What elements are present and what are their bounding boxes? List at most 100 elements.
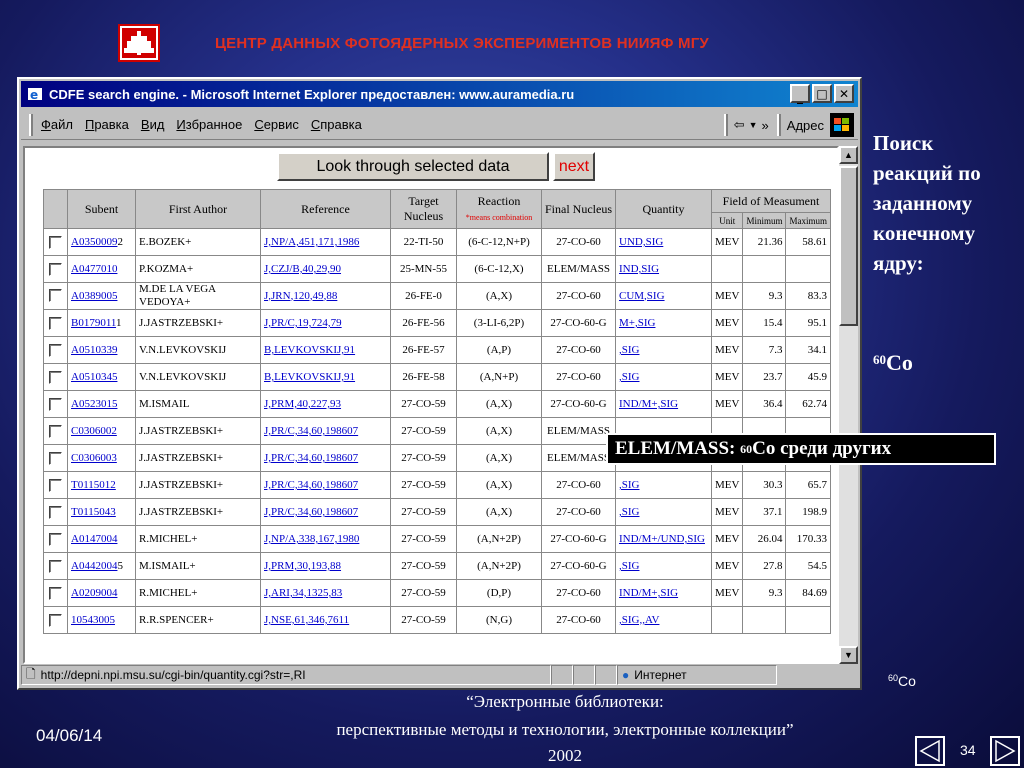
subent-link[interactable]: A0477010 — [71, 263, 117, 275]
maximum-cell: 34.1 — [785, 336, 831, 364]
back-arrow-icon[interactable]: ⇦ — [734, 117, 745, 133]
reference-link[interactable]: J,PR/C,34,60,198607 — [264, 479, 358, 491]
subent-link[interactable]: A0510345 — [71, 371, 117, 383]
footer-line-2: перспективные методы и технологии, элект… — [336, 720, 794, 739]
subent-link[interactable]: A0523015 — [71, 398, 117, 410]
reference-link[interactable]: J,CZJ/B,40,29,90 — [264, 263, 341, 275]
more-chevron[interactable]: » — [762, 118, 769, 133]
quantity-link[interactable]: UND,SIG — [619, 236, 663, 248]
scroll-thumb[interactable] — [839, 166, 858, 326]
row-checkbox[interactable] — [49, 343, 62, 357]
quantity-link[interactable]: IND/M+/UND,SIG — [619, 533, 705, 545]
row-checkbox[interactable] — [49, 370, 62, 384]
close-button[interactable]: ✕ — [834, 84, 854, 103]
table-row: A04420045 M.ISMAIL+ J,PRM,30,193,88 27-CO-5… — [43, 552, 831, 580]
scroll-up-button[interactable]: ▲ — [839, 146, 858, 164]
menu-tools[interactable]: Сервис — [254, 117, 299, 132]
quantity-link[interactable]: IND/M+,SIG — [619, 398, 678, 410]
unit-cell: MEV — [710, 525, 744, 553]
quantity-link[interactable]: ,SIG — [619, 479, 639, 491]
row-checkbox[interactable] — [49, 532, 62, 546]
final-nucleus-cell: 27-CO-60 — [541, 363, 616, 391]
subent-cell: B01790111 — [67, 309, 136, 337]
scroll-down-button[interactable]: ▼ — [839, 646, 858, 664]
row-checkbox[interactable] — [49, 505, 62, 519]
quantity-link[interactable]: M+,SIG — [619, 317, 655, 329]
menu-file[interactable]: Файл — [41, 117, 73, 132]
row-checkbox[interactable] — [49, 451, 62, 465]
subent-link[interactable]: 10543005 — [71, 614, 115, 626]
subent-link[interactable]: B0179011 — [71, 317, 116, 329]
reference-link[interactable]: J,NSE,61,346,7611 — [264, 614, 349, 626]
final-nucleus-cell: 27-CO-60-G — [541, 390, 616, 418]
row-checkbox[interactable] — [49, 613, 62, 627]
subent-link[interactable]: A0147004 — [71, 533, 117, 545]
quantity-cell: IND/M+,SIG — [615, 579, 712, 607]
row-checkbox[interactable] — [49, 235, 62, 249]
subent-link[interactable]: A0442004 — [71, 560, 117, 572]
quantity-link[interactable]: IND/M+,SIG — [619, 587, 678, 599]
vertical-scrollbar[interactable]: ▲ ▼ — [839, 146, 858, 664]
reference-link[interactable]: J,PRM,40,227,93 — [264, 398, 341, 410]
look-through-button[interactable]: Look through selected data — [277, 152, 549, 181]
row-checkbox[interactable] — [49, 424, 62, 438]
author-cell: R.MICHEL+ — [135, 579, 261, 607]
reference-link[interactable]: B,LEVKOVSKIJ,91 — [264, 344, 355, 356]
quantity-link[interactable]: ,SIG — [619, 371, 639, 383]
subent-cell: A0389005 — [67, 282, 136, 310]
final-nucleus-cell: 27-CO-60 — [541, 579, 616, 607]
minimize-button[interactable]: _ — [790, 84, 810, 103]
subent-link[interactable]: C0306002 — [71, 425, 117, 437]
reference-link[interactable]: J,NP/A,451,171,1986 — [264, 236, 359, 248]
dropdown-arrow-icon[interactable]: ▼ — [749, 120, 758, 130]
quantity-link[interactable]: ,SIG,,AV — [619, 614, 659, 626]
reference-link[interactable]: J,PR/C,34,60,198607 — [264, 506, 358, 518]
menu-edit[interactable]: Правка — [85, 117, 129, 132]
subent-link[interactable]: A0510339 — [71, 344, 117, 356]
subent-cell: T0115043 — [67, 498, 136, 526]
subent-link[interactable]: A0209004 — [71, 587, 117, 599]
table-row: T0115012 J.JASTRZEBSKI+ J,PR/C,34,60,19860… — [43, 471, 831, 499]
quantity-cell: ,SIG — [615, 552, 712, 580]
address-label[interactable]: Адрес — [787, 118, 824, 133]
author-cell: J.JASTRZEBSKI+ — [135, 471, 261, 499]
quantity-link[interactable]: CUM,SIG — [619, 290, 665, 302]
menu-favorites[interactable]: Избранное — [176, 117, 242, 132]
quantity-link[interactable]: ,SIG — [619, 560, 639, 572]
reference-cell: J,CZJ/B,40,29,90 — [260, 255, 391, 283]
reference-link[interactable]: J,PR/C,34,60,198607 — [264, 425, 358, 437]
target-cell: 27-CO-59 — [390, 525, 457, 553]
reference-link[interactable]: J,PR/C,34,60,198607 — [264, 452, 358, 464]
reaction-cell: (A,N+2P) — [456, 552, 542, 580]
reference-link[interactable]: J,ARI,34,1325,83 — [264, 587, 342, 599]
row-checkbox-cell — [43, 282, 68, 310]
row-checkbox[interactable] — [49, 397, 62, 411]
subent-link[interactable]: T0115043 — [71, 506, 116, 518]
quantity-link[interactable]: IND,SIG — [619, 263, 659, 275]
menu-help[interactable]: Справка — [311, 117, 362, 132]
row-checkbox[interactable] — [49, 478, 62, 492]
row-checkbox[interactable] — [49, 316, 62, 330]
next-slide-button[interactable] — [990, 736, 1020, 766]
subent-link[interactable]: T0115012 — [71, 479, 116, 491]
row-checkbox[interactable] — [49, 289, 62, 303]
subent-link[interactable]: A0350009 — [71, 236, 117, 248]
subent-cell: C0306002 — [67, 417, 136, 445]
reference-link[interactable]: B,LEVKOVSKIJ,91 — [264, 371, 355, 383]
subent-link[interactable]: A0389005 — [71, 290, 117, 302]
subent-link[interactable]: C0306003 — [71, 452, 117, 464]
quantity-link[interactable]: ,SIG — [619, 506, 639, 518]
row-checkbox-cell — [43, 336, 68, 364]
reference-link[interactable]: J,PRM,30,193,88 — [264, 560, 341, 572]
row-checkbox[interactable] — [49, 586, 62, 600]
row-checkbox[interactable] — [49, 262, 62, 276]
menu-view[interactable]: Вид — [141, 117, 165, 132]
prev-slide-button[interactable] — [915, 736, 945, 766]
reference-link[interactable]: J,JRN,120,49,88 — [264, 290, 337, 302]
reference-link[interactable]: J,NP/A,338,167,1980 — [264, 533, 359, 545]
reference-link[interactable]: J,PR/C,19,724,79 — [264, 317, 342, 329]
next-button[interactable]: next — [553, 152, 595, 181]
quantity-link[interactable]: ,SIG — [619, 344, 639, 356]
row-checkbox[interactable] — [49, 559, 62, 573]
maximize-button[interactable]: □ — [812, 84, 832, 103]
